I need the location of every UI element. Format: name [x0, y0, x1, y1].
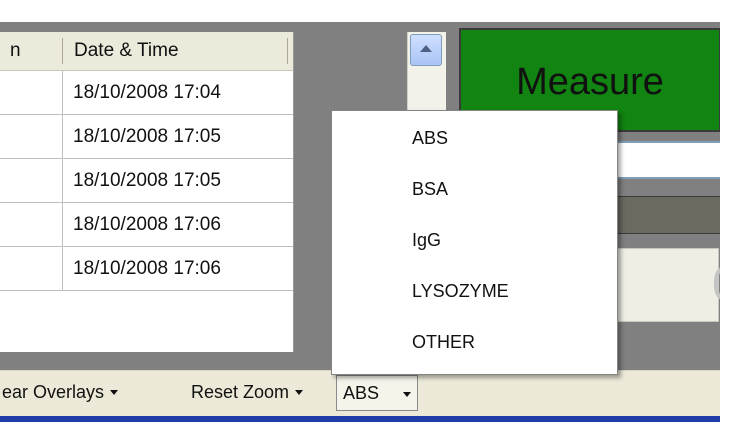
table-cell-datetime: 18/10/2008 17:05	[73, 126, 221, 147]
menu-item-label: ABS	[412, 128, 449, 148]
column-divider[interactable]	[62, 38, 63, 64]
column-header-n[interactable]: n	[10, 40, 21, 62]
menu-item-other[interactable]: OTHER	[332, 321, 617, 365]
column-header-date-time[interactable]: Date & Time	[74, 40, 179, 62]
menu-item-label: OTHER	[412, 332, 475, 352]
menu-item-lysozyme[interactable]: LYSOZYME	[332, 270, 617, 314]
table-header: n Date & Time	[0, 32, 293, 71]
table-cell	[0, 203, 63, 246]
selected-value: ABS	[343, 383, 380, 403]
table-cell	[0, 115, 63, 158]
window-edge	[720, 22, 741, 432]
table-cell	[0, 247, 63, 290]
table-row[interactable]: 18/10/2008 17:05	[0, 159, 293, 203]
chevron-down-icon	[295, 390, 304, 395]
bottom-toolbar: ear Overlays Reset Zoom ABS	[0, 370, 720, 417]
units-label: nL	[611, 196, 741, 234]
table-cell-datetime: 18/10/2008 17:04	[73, 82, 221, 103]
chevron-down-icon	[403, 392, 411, 397]
status-strip	[0, 416, 720, 432]
reset-zoom-button[interactable]: Reset Zoom	[191, 382, 304, 403]
table-cell	[0, 71, 63, 114]
menu-item-abs[interactable]: ABS	[332, 117, 617, 161]
table-cell-datetime: 18/10/2008 17:05	[73, 170, 221, 191]
column-divider[interactable]	[287, 38, 288, 64]
table-row[interactable]: 18/10/2008 17:04	[0, 71, 293, 115]
menu-item-label: IgG	[412, 230, 442, 250]
table-cell-datetime: 18/10/2008 17:06	[73, 258, 221, 279]
table-cell	[0, 159, 63, 202]
table-row[interactable]: 18/10/2008 17:05	[0, 115, 293, 159]
menu-item-igg[interactable]: IgG	[332, 219, 617, 263]
window-border	[0, 416, 720, 422]
table-row[interactable]: 18/10/2008 17:06	[0, 247, 293, 291]
results-table: n Date & Time 18/10/2008 17:04 18/10/200…	[0, 32, 294, 352]
scroll-up-arrow-icon[interactable]	[410, 34, 442, 66]
reset-zoom-label: Reset Zoom	[191, 382, 290, 402]
clear-overlays-button[interactable]: ear Overlays	[2, 382, 119, 403]
menu-item-label: BSA	[412, 179, 449, 199]
result-display: 0.1	[611, 248, 741, 322]
menu-item-label: LYSOZYME	[412, 281, 509, 301]
sample-type-dropdown-menu: ABS BSA IgG LYSOZYME OTHER	[331, 110, 618, 375]
menu-item-bsa[interactable]: BSA	[332, 168, 617, 212]
table-row[interactable]: 18/10/2008 17:06	[0, 203, 293, 247]
table-cell-datetime: 18/10/2008 17:06	[73, 214, 221, 235]
chevron-down-icon	[110, 390, 119, 395]
clear-overlays-label: ear Overlays	[2, 382, 105, 402]
sample-type-select[interactable]: ABS	[336, 375, 418, 411]
